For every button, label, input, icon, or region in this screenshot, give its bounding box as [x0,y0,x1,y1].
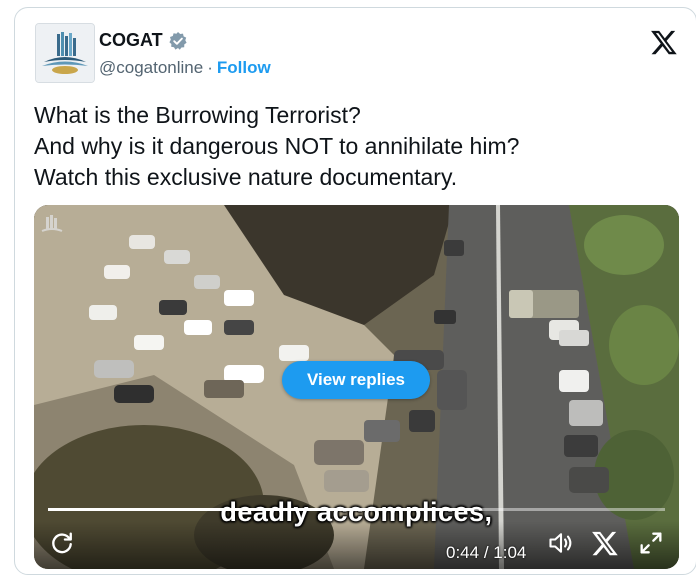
tweet-card: COGAT @cogatonline · Follow What is the Bu… [14,7,696,575]
replay-icon[interactable] [48,529,76,557]
time-separator: / [479,543,494,562]
follow-button[interactable]: Follow [217,58,271,77]
author-name-row: COGAT [99,30,188,51]
author-handle[interactable]: @cogatonline [99,58,203,77]
current-time: 0:44 [446,543,480,562]
cogat-logo-icon [36,24,94,82]
separator-dot: · [207,58,213,77]
x-logo-icon[interactable] [650,28,678,56]
volume-icon[interactable] [547,529,575,557]
avatar[interactable] [35,23,95,83]
video-controls [34,521,679,569]
duration: 1:04 [493,543,527,562]
video-player[interactable]: View replies deadly accomplices, 0:44 / … [34,205,679,569]
fullscreen-icon[interactable] [637,529,665,557]
x-logo-icon[interactable] [591,529,619,557]
verified-badge-icon [168,31,188,51]
author-handle-row: @cogatonline · Follow [99,58,271,78]
video-time: 0:44 / 1:04 [446,543,526,563]
tweet-line: Watch this exclusive nature documentary. [34,164,458,190]
video-progress-fill [48,508,473,511]
tweet-text: What is the Burrowing Terrorist? And why… [34,100,674,193]
author-name[interactable]: COGAT [99,30,163,51]
tweet-line: What is the Burrowing Terrorist? [34,102,361,128]
tweet-line: And why is it dangerous NOT to annihilat… [34,133,520,159]
view-replies-button[interactable]: View replies [282,361,430,399]
video-progress-bar[interactable] [48,508,665,511]
